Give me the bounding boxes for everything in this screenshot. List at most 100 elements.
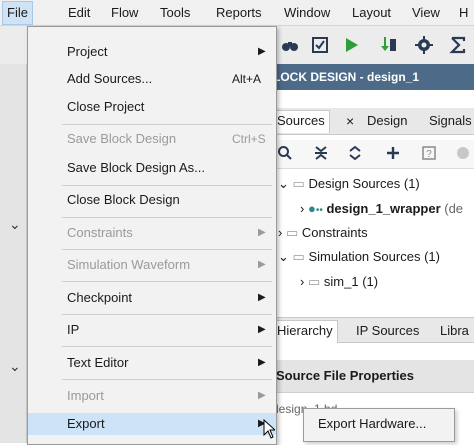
svg-text:?: ? (426, 149, 432, 160)
tree-label: design_1_wrapper (326, 201, 441, 216)
menu-item-shortcut: Ctrl+S (232, 132, 266, 146)
menu-item-text-editor[interactable]: Text Editor ▶ (28, 352, 276, 374)
menu-item-project[interactable]: Project ▶ (28, 41, 276, 63)
menu-reports[interactable]: Reports (216, 5, 262, 21)
menu-item-label: Checkpoint (67, 290, 133, 305)
chevron-right-icon[interactable]: › (278, 225, 282, 240)
download-icon[interactable] (378, 35, 398, 55)
status-dot-icon (454, 145, 472, 163)
menu-separator (62, 249, 272, 250)
menu-item-label: Simulation Waveform (67, 257, 191, 272)
search-icon[interactable] (276, 145, 294, 163)
folder-icon: ▭ (292, 176, 305, 191)
menu-item-export-hardware[interactable]: Export Hardware... (318, 416, 426, 431)
block-design-icon: ● (307, 201, 316, 216)
tree-item-sim-1[interactable]: › ▭ sim_1 (1) (300, 271, 378, 293)
tree-item-design-sources[interactable]: ⌄ ▭ Design Sources (1) (278, 173, 420, 195)
submenu-arrow-icon: ▶ (258, 390, 266, 401)
menu-item-label: Close Block Design (67, 192, 180, 207)
submenu-arrow-icon: ▶ (258, 227, 266, 238)
tree-suffix: (de (444, 201, 464, 216)
folder-icon: ▭ (285, 225, 299, 240)
tab-sources[interactable]: Sources (272, 110, 330, 133)
menu-edit[interactable]: Edit (68, 5, 90, 21)
export-submenu: Export Hardware... (303, 408, 455, 442)
close-icon[interactable]: × (346, 112, 354, 130)
tree-item-simulation-sources[interactable]: ⌄ ▭ Simulation Sources (1) (278, 246, 440, 268)
menu-flow[interactable]: Flow (111, 5, 138, 21)
chevron-down-icon[interactable]: ⌄ (278, 176, 289, 191)
sources-toolbar: ? (272, 140, 474, 169)
menu-separator (62, 379, 272, 380)
menu-item-label: Add Sources... (67, 71, 153, 86)
submenu-arrow-icon: ▶ (258, 357, 266, 368)
submenu-arrow-icon: ▶ (258, 259, 266, 270)
folder-icon: ▭ (292, 249, 305, 264)
sigma-icon[interactable] (448, 35, 468, 55)
menu-file[interactable]: File (2, 1, 33, 25)
menu-item-export[interactable]: Export ▶ (28, 413, 276, 435)
tree-count: (1) (362, 274, 379, 289)
menu-item-label: Save Block Design (67, 131, 177, 146)
menu-window[interactable]: Window (284, 5, 330, 21)
menu-item-label: Save Block Design As... (67, 160, 206, 175)
collapse-all-icon[interactable] (312, 145, 330, 163)
menu-tools[interactable]: Tools (160, 5, 190, 21)
tree-item-design-wrapper[interactable]: › ●•• design_1_wrapper (de (300, 198, 463, 220)
menu-item-save-block-design-as[interactable]: Save Block Design As... (28, 157, 276, 179)
folder-icon: ▭ (307, 274, 321, 289)
help-icon[interactable]: ? (420, 145, 438, 163)
chevron-down-icon[interactable]: ⌄ (9, 358, 21, 375)
tree-label: sim_1 (323, 274, 359, 289)
menu-item-save-block-design: Save Block Design Ctrl+S (28, 128, 276, 150)
menu-view[interactable]: View (412, 5, 440, 21)
menu-item-constraints: Constraints ▶ (28, 222, 276, 244)
binoculars-icon[interactable] (280, 35, 300, 55)
menu-item-ip[interactable]: IP ▶ (28, 319, 276, 341)
tree-label: Constraints (301, 225, 368, 240)
tree-item-constraints[interactable]: › ▭ Constraints (278, 222, 368, 244)
sources-view-tabs: Hierarchy IP Sources Libra (272, 317, 474, 343)
menu-item-checkpoint[interactable]: Checkpoint ▶ (28, 287, 276, 309)
submenu-arrow-icon: ▶ (258, 324, 266, 335)
menu-separator (62, 314, 272, 315)
gear-icon[interactable] (414, 35, 434, 55)
menu-item-add-sources[interactable]: Add Sources... Alt+A (28, 68, 276, 90)
tree-label: Design Sources (308, 176, 401, 191)
checkbox-icon[interactable] (310, 35, 330, 55)
menu-item-label: IP (67, 322, 80, 337)
sources-tab-bar: Sources × Design Signals (272, 108, 474, 135)
menu-item-import: Import ▶ (28, 385, 276, 407)
block-design-title: LOCK DESIGN - design_1 (273, 70, 420, 84)
run-icon[interactable] (341, 35, 361, 55)
menu-separator (62, 281, 272, 282)
block-design-icon: •• (315, 205, 323, 216)
add-icon[interactable] (384, 145, 402, 163)
menu-item-close-project[interactable]: Close Project (28, 96, 276, 118)
tab-hierarchy[interactable]: Hierarchy (272, 320, 338, 343)
source-file-properties-header: Source File Properties (272, 360, 474, 393)
menu-item-simulation-waveform: Simulation Waveform ▶ (28, 254, 276, 276)
menu-separator (62, 185, 272, 186)
menu-layout[interactable]: Layout (352, 5, 391, 21)
tree-count: (1) (403, 176, 420, 191)
chevron-right-icon[interactable]: › (300, 201, 304, 216)
chevron-right-icon[interactable]: › (300, 274, 304, 289)
tree-label: Simulation Sources (308, 249, 421, 264)
tab-signals[interactable]: Signals (429, 112, 472, 130)
tab-design[interactable]: Design (367, 112, 407, 130)
tab-libraries[interactable]: Libra (440, 322, 469, 340)
submenu-arrow-icon: ▶ (258, 292, 266, 303)
menu-help[interactable]: H (459, 5, 468, 21)
flow-navigator-strip (0, 64, 27, 443)
tree-count: (1) (424, 249, 440, 264)
expand-all-icon[interactable] (346, 145, 364, 163)
chevron-down-icon[interactable]: ⌄ (9, 216, 21, 233)
menu-item-label: Import (67, 388, 104, 403)
menu-separator (62, 124, 272, 125)
menu-item-close-block-design[interactable]: Close Block Design (28, 189, 276, 211)
file-menu-dropdown: Project ▶ Add Sources... Alt+A Close Pro… (27, 26, 277, 445)
chevron-down-icon[interactable]: ⌄ (278, 249, 289, 264)
tab-ip-sources[interactable]: IP Sources (356, 322, 419, 340)
submenu-arrow-icon: ▶ (258, 46, 266, 57)
